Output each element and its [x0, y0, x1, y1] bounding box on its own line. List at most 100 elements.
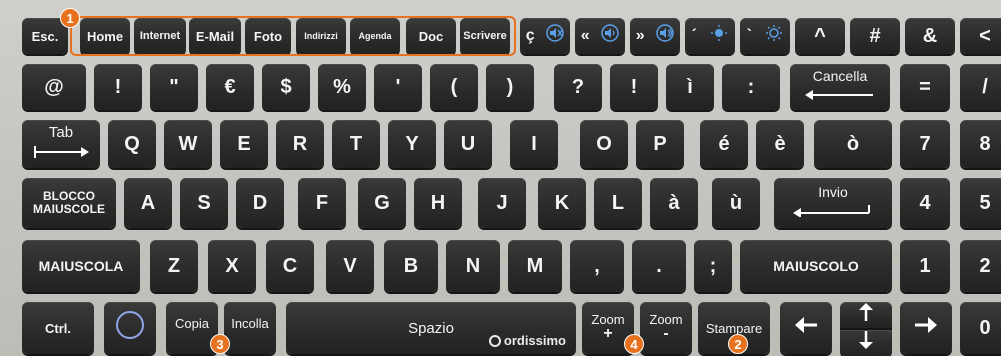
key-incolla[interactable]: Incolla [224, 302, 276, 354]
key-zoom-minus[interactable]: Zoom - [640, 302, 692, 354]
key-u[interactable]: U [444, 120, 492, 168]
key-f[interactable]: F [298, 178, 346, 228]
key-n[interactable]: N [446, 240, 500, 292]
key-comma[interactable]: , [570, 240, 624, 292]
key-t[interactable]: T [332, 120, 380, 168]
key-rparen[interactable]: ) [486, 64, 534, 110]
key-e[interactable]: E [220, 120, 268, 168]
key-p[interactable]: P [636, 120, 684, 168]
key-k[interactable]: K [538, 178, 586, 228]
key-tab[interactable]: Tab [22, 120, 100, 168]
key-z[interactable]: Z [150, 240, 198, 292]
key-cancella[interactable]: Cancella [790, 64, 890, 110]
key-j[interactable]: J [478, 178, 526, 228]
key-ctrl[interactable]: Ctrl. [22, 302, 94, 354]
badge-1: 1 [60, 8, 80, 28]
key-laquo-label: « [580, 27, 590, 44]
key-q[interactable]: Q [108, 120, 156, 168]
key-v[interactable]: V [326, 240, 374, 292]
key-maiuscola[interactable]: MAIUSCOLA [22, 240, 140, 292]
arrow-up-icon [859, 303, 873, 327]
key-caret[interactable]: ^ [795, 18, 845, 54]
key-y[interactable]: Y [388, 120, 436, 168]
brightness-down-icon [710, 24, 728, 48]
key-arrow-right[interactable] [900, 302, 952, 354]
key-arrow-up[interactable] [840, 302, 892, 328]
key-r[interactable]: R [276, 120, 324, 168]
key-percent[interactable]: % [318, 64, 366, 110]
key-raquo[interactable]: » [630, 18, 680, 54]
key-arrow-left[interactable] [780, 302, 832, 354]
badge-2: 2 [728, 334, 748, 354]
key-cancella-label: Cancella [812, 67, 868, 84]
key-d[interactable]: D [236, 178, 284, 228]
key-semicolon[interactable]: ; [694, 240, 732, 292]
key-egrave[interactable]: è [756, 120, 804, 168]
mute-icon [546, 24, 564, 48]
key-x[interactable]: X [208, 240, 256, 292]
key-numpad-1[interactable]: 1 [900, 240, 950, 292]
badge-3: 3 [210, 334, 230, 354]
key-excl2[interactable]: ! [610, 64, 658, 110]
key-s[interactable]: S [180, 178, 228, 228]
key-question[interactable]: ? [554, 64, 602, 110]
key-zoom-minus-sign: - [663, 325, 669, 343]
arrow-left-icon [795, 316, 817, 340]
key-numpad-2[interactable]: 2 [960, 240, 1001, 292]
key-agrave[interactable]: à [650, 178, 698, 228]
brightness-up-icon [765, 24, 783, 48]
key-igrave[interactable]: ì [666, 64, 714, 110]
key-spazio[interactable]: Spazio ordissimo [286, 302, 576, 354]
keyboard: Esc. Home Internet E-Mail Foto Indirizzi… [0, 0, 1001, 356]
key-m[interactable]: M [508, 240, 562, 292]
key-acute[interactable]: ´ [685, 18, 735, 54]
key-hash[interactable]: # [850, 18, 900, 54]
key-equals[interactable]: = [900, 64, 950, 110]
arrow-down-icon [859, 331, 873, 355]
key-eacute[interactable]: é [700, 120, 748, 168]
key-grave[interactable]: ` [740, 18, 790, 54]
key-w[interactable]: W [164, 120, 212, 168]
key-b[interactable]: B [384, 240, 438, 292]
key-numpad-8[interactable]: 8 [960, 120, 1001, 168]
backspace-arrow-icon [805, 84, 875, 107]
key-numpad-0[interactable]: 0 [960, 302, 1001, 354]
key-l[interactable]: L [594, 178, 642, 228]
key-a[interactable]: A [124, 178, 172, 228]
key-ograve[interactable]: ò [814, 120, 892, 168]
key-excl[interactable]: ! [94, 64, 142, 110]
key-ordissimo-circle[interactable] [104, 302, 156, 354]
key-apos[interactable]: ' [374, 64, 422, 110]
key-invio[interactable]: Invio [774, 178, 892, 228]
key-c-cedilla[interactable]: ç [520, 18, 570, 54]
key-acute-label: ´ [691, 27, 697, 44]
key-lt[interactable]: < [960, 18, 1001, 54]
key-c[interactable]: C [266, 240, 314, 292]
enter-arrow-icon [793, 200, 873, 223]
key-numpad-7[interactable]: 7 [900, 120, 950, 168]
key-laquo[interactable]: « [575, 18, 625, 54]
key-quote[interactable]: " [150, 64, 198, 110]
key-i[interactable]: I [510, 120, 558, 168]
function-keys-highlight [70, 16, 516, 56]
key-slash[interactable]: / [960, 64, 1001, 110]
key-blocco-maiuscole[interactable]: BLOCCO MAIUSCOLE [22, 178, 116, 228]
key-period[interactable]: . [632, 240, 686, 292]
key-at[interactable]: @ [22, 64, 86, 110]
key-h[interactable]: H [414, 178, 462, 228]
key-o[interactable]: O [580, 120, 628, 168]
key-euro[interactable]: € [206, 64, 254, 110]
key-amp[interactable]: & [905, 18, 955, 54]
key-g[interactable]: G [358, 178, 406, 228]
key-colon[interactable]: : [722, 64, 780, 110]
badge-4: 4 [624, 334, 644, 354]
key-arrow-down[interactable] [840, 330, 892, 356]
key-maiuscolo[interactable]: MAIUSCOLO [740, 240, 892, 292]
key-ugrave[interactable]: ù [712, 178, 760, 228]
ordissimo-logo: ordissimo [488, 333, 566, 348]
key-numpad-5[interactable]: 5 [960, 178, 1001, 228]
key-numpad-4[interactable]: 4 [900, 178, 950, 228]
key-zoom-plus-label: Zoom [591, 311, 625, 327]
key-lparen[interactable]: ( [430, 64, 478, 110]
key-dollar[interactable]: $ [262, 64, 310, 110]
